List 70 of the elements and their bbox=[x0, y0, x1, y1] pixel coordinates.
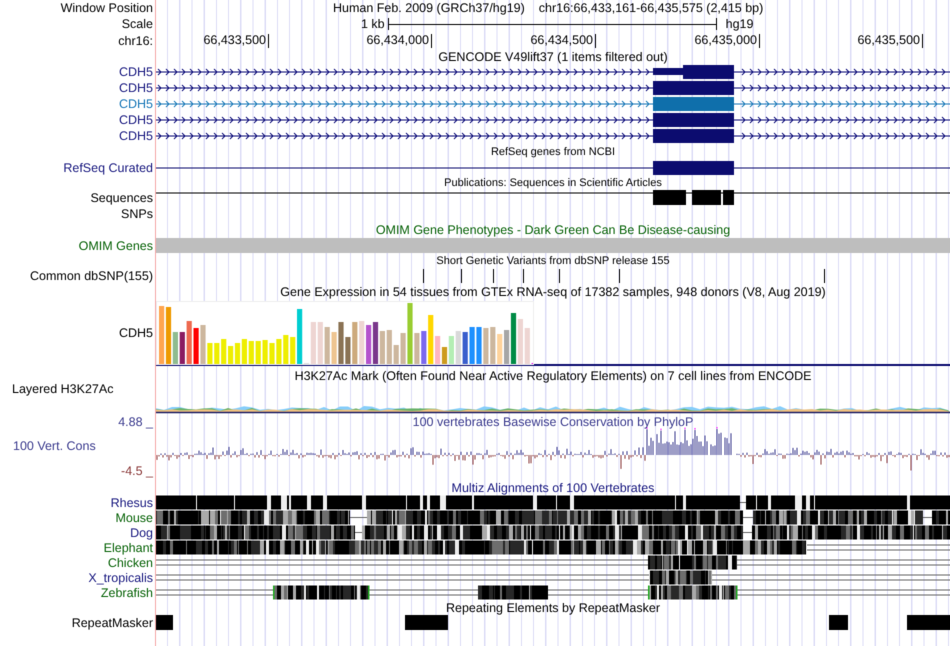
expression-bar[interactable] bbox=[338, 322, 344, 365]
transcript-drawing[interactable] bbox=[156, 65, 950, 79]
species-label: X_tropicalis bbox=[88, 570, 153, 584]
track-title: Gene Expression in 54 tissues from GTEx RNA-seq of 17382 samples, 948 donors (V8, Aug 2019) bbox=[280, 285, 826, 299]
track-title: OMIM Gene Phenotypes - Dark Green Can Be Disease-causing bbox=[376, 223, 730, 237]
axis-max-label: 4.88 _ bbox=[117, 415, 154, 429]
gene-label[interactable]: CDH5 bbox=[118, 65, 153, 79]
track-title: Repeating Elements by RepeatMasker bbox=[446, 600, 660, 614]
track-title: Multiz Alignments of 100 Vertebrates bbox=[452, 480, 654, 494]
track-title: GENCODE V49lift37 (1 items filtered out) bbox=[438, 50, 668, 64]
species-label: Chicken bbox=[108, 556, 153, 570]
signal-drawing[interactable] bbox=[156, 406, 950, 414]
species-label: Elephant bbox=[104, 540, 153, 554]
row-label: Layered H3K27Ac bbox=[12, 382, 114, 396]
species-label: Mouse bbox=[115, 510, 153, 524]
alignment-drawing[interactable] bbox=[156, 570, 950, 584]
transcript-drawing[interactable] bbox=[156, 129, 950, 143]
row-label: RefSeq Curated bbox=[63, 161, 153, 175]
row-label: OMIM Genes bbox=[78, 239, 153, 253]
row-label: chr16: bbox=[118, 34, 153, 48]
assembly-title: Human Feb. 2009 (GRCh37/hg19) bbox=[333, 1, 525, 15]
row-label: Common dbSNP(155) bbox=[30, 269, 153, 283]
alignment-drawing[interactable] bbox=[156, 510, 950, 524]
alignment-drawing[interactable] bbox=[156, 526, 950, 540]
gene-label[interactable]: CDH5 bbox=[118, 113, 153, 127]
species-label: Zebrafish bbox=[100, 586, 153, 600]
row-label: 100 Vert. Cons bbox=[12, 439, 97, 453]
tick-label: 66,434,000 bbox=[365, 33, 429, 47]
row-label: Scale bbox=[122, 17, 153, 31]
expression-bar[interactable] bbox=[510, 313, 516, 365]
track-title: Short Genetic Variants from dbSNP release 155 bbox=[436, 255, 670, 267]
row-label: RepeatMasker bbox=[72, 616, 153, 630]
tick-label: 66,434,500 bbox=[529, 33, 593, 47]
gene-model-drawing[interactable] bbox=[156, 161, 950, 175]
species-label: Rhesus bbox=[110, 496, 153, 510]
transcript-drawing[interactable] bbox=[156, 113, 950, 127]
sequence-match-drawing[interactable] bbox=[156, 190, 950, 205]
row-label: Window Position bbox=[60, 1, 153, 15]
expression-bar[interactable] bbox=[180, 332, 185, 365]
transcript-drawing[interactable] bbox=[156, 81, 950, 95]
expression-bar[interactable] bbox=[421, 331, 426, 365]
variant-ticks-drawing[interactable] bbox=[423, 268, 825, 284]
row-label: Sequences bbox=[90, 191, 153, 205]
scale-text: 1 kb bbox=[361, 17, 385, 31]
row-label: CDH5 bbox=[118, 326, 153, 340]
row-label: SNPs bbox=[121, 207, 153, 221]
position-text: chr16:66,433,161-66,435,575 (2,415 bp) bbox=[538, 1, 764, 15]
alignment-drawing[interactable] bbox=[156, 586, 950, 600]
gene-label[interactable]: CDH5 bbox=[118, 97, 153, 111]
tick-label: 66,435,000 bbox=[693, 33, 757, 47]
alignment-drawing[interactable] bbox=[156, 496, 950, 510]
axis-min-label: -4.5 _ bbox=[120, 464, 154, 478]
gene-label[interactable]: CDH5 bbox=[118, 81, 153, 95]
repeat-blocks-drawing[interactable] bbox=[156, 615, 950, 630]
expression-bar[interactable] bbox=[462, 332, 468, 365]
species-label: Dog bbox=[130, 526, 153, 540]
gene-label[interactable]: CDH5 bbox=[118, 129, 153, 143]
track-title: H3K27Ac Mark (Often Found Near Active Regulatory Elements) on 7 cell lines from ENCODE bbox=[294, 369, 812, 383]
tick-label: 66,435,500 bbox=[856, 33, 920, 47]
track-title: 100 vertebrates Basewise Conservation by PhyloP bbox=[412, 415, 694, 429]
expression-bar[interactable] bbox=[366, 325, 372, 365]
assembly-label: hg19 bbox=[726, 17, 754, 31]
alignment-drawing[interactable] bbox=[156, 556, 950, 570]
expression-bar[interactable] bbox=[345, 337, 350, 365]
phenotype-bar[interactable] bbox=[156, 238, 950, 253]
alignment-drawing[interactable] bbox=[156, 540, 950, 554]
track-title: Publications: Sequences in Scientific Articles bbox=[444, 177, 662, 189]
expression-bar[interactable] bbox=[372, 322, 378, 365]
expression-bar[interactable] bbox=[194, 328, 199, 365]
track-title: RefSeq genes from NCBI bbox=[490, 146, 616, 158]
